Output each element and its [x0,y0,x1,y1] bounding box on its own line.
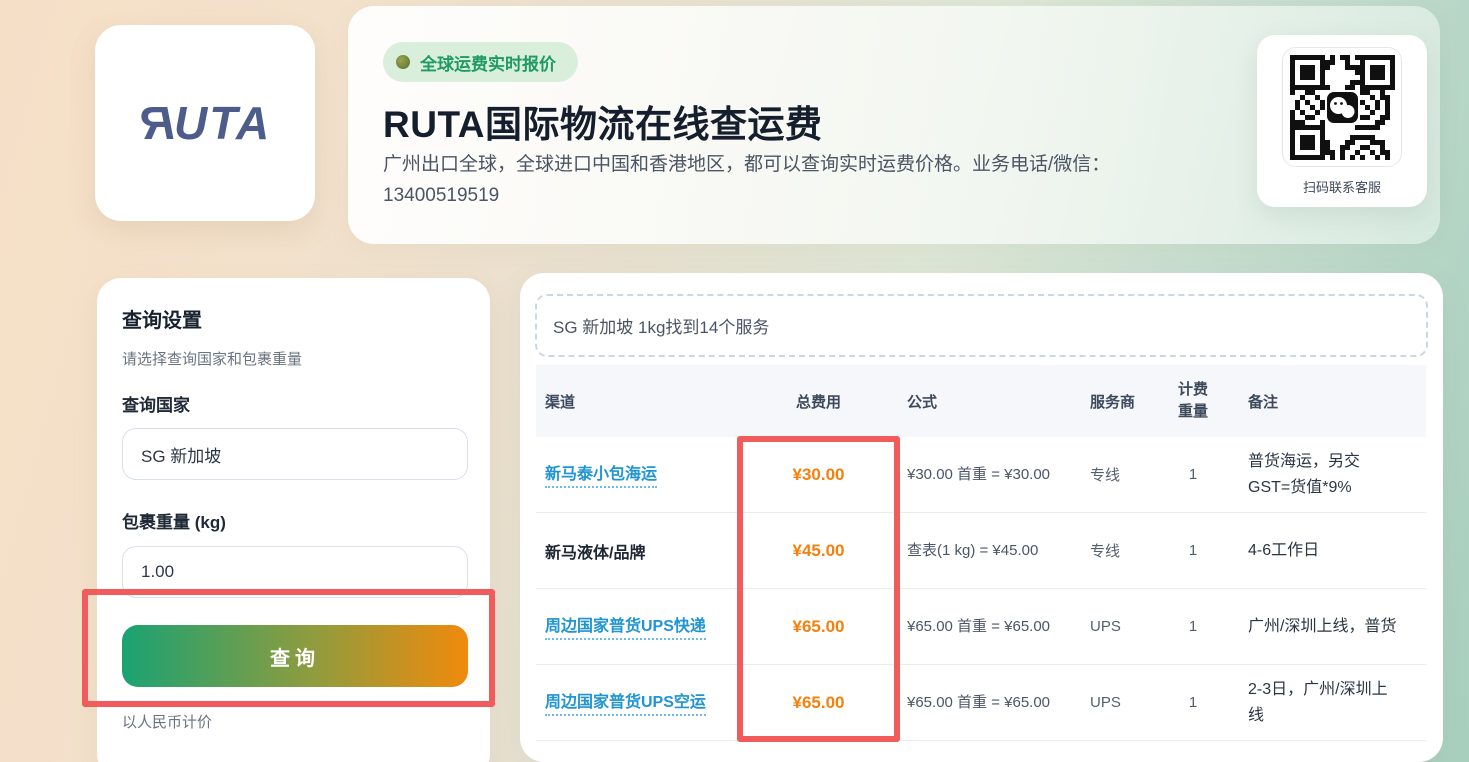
provider-cell: 专线 [1085,540,1161,561]
panel-subtitle: 请选择查询国家和包裹重量 [122,348,302,369]
page: 全球运费实时报价 RUTA国际物流在线查运费 广州出口全球，全球进口中国和香港地… [0,0,1469,762]
table-row: 新马液体/品牌 ¥45.00 查表(1 kg) = ¥45.00 专线 1 4-… [536,513,1426,589]
provider-cell: UPS [1085,618,1161,635]
col-header-total: 总费用 [737,391,900,412]
weight-cell: 1 [1161,466,1225,483]
logo-letter-r: R [139,96,174,150]
provider-cell: UPS [1085,694,1161,711]
total-cost: ¥30.00 [737,465,900,485]
query-settings-panel: 查询设置 请选择查询国家和包裹重量 查询国家 SG 新加坡 包裹重量 (kg) … [97,278,490,762]
remark-cell: 2-3日，广州/深圳上线 [1225,677,1426,729]
channel-text: 新马液体/品牌 [545,545,645,562]
table-header-row: 渠道 总费用 公式 服务商 计费重量 备注 [536,365,1426,437]
total-cost: ¥65.00 [737,617,900,637]
weight-input[interactable] [122,546,468,598]
panel-title: 查询设置 [122,304,202,333]
realtime-quote-badge: 全球运费实时报价 [383,42,578,82]
table-row: 新马泰小包海运 ¥30.00 ¥30.00 首重 = ¥30.00 专线 1 普… [536,437,1426,513]
remark-cell: 普货海运，另交GST=货值*9% [1225,449,1426,501]
country-select[interactable]: SG 新加坡 [122,428,468,480]
formula-cell: ¥30.00 首重 = ¥30.00 [900,463,1085,487]
total-cost: ¥65.00 [737,693,900,713]
formula-cell: ¥65.00 首重 = ¥65.00 [900,615,1085,639]
col-header-weight: 计费重量 [1161,379,1225,423]
formula-cell: ¥65.00 首重 = ¥65.00 [900,691,1085,715]
qr-caption: 扫码联系客服 [1257,177,1427,196]
results-table: 渠道 总费用 公式 服务商 计费重量 备注 新马泰小包海运 ¥30.00 ¥30… [536,365,1426,741]
weight-cell: 1 [1161,618,1225,635]
country-label: 查询国家 [122,391,190,416]
currency-note: 以人民币计价 [122,711,212,732]
remark-cell: 4-6工作日 [1225,538,1426,564]
col-header-provider: 服务商 [1085,391,1161,412]
logo-card: RUTA [95,25,315,221]
channel-link[interactable]: 周边国家普货UPS空运 [545,694,706,716]
provider-cell: 专线 [1085,464,1161,485]
query-button[interactable]: 查询 [122,625,468,687]
table-row: 周边国家普货UPS空运 ¥65.00 ¥65.00 首重 = ¥65.00 UP… [536,665,1426,741]
total-cost: ¥45.00 [737,541,900,561]
qr-card: 扫码联系客服 [1257,35,1427,207]
status-dot-icon [396,55,410,69]
results-summary: SG 新加坡 1kg找到14个服务 [535,294,1428,357]
remark-cell: 广州/深圳上线，普货 [1225,614,1426,640]
col-header-remark: 备注 [1225,391,1426,412]
formula-cell: 查表(1 kg) = ¥45.00 [900,539,1085,563]
badge-label: 全球运费实时报价 [420,50,556,75]
channel-link[interactable]: 周边国家普货UPS快递 [545,618,706,640]
weight-cell: 1 [1161,542,1225,559]
channel-link[interactable]: 新马泰小包海运 [545,466,657,488]
col-header-channel: 渠道 [536,391,737,412]
col-header-formula: 公式 [900,391,1085,412]
ruta-logo: RUTA [139,96,271,150]
page-title: RUTA国际物流在线查运费 [383,94,823,148]
logo-letters-uta: UTA [174,97,271,149]
page-description: 广州出口全球，全球进口中国和香港地区，都可以查询实时运费价格。业务电话/微信：1… [383,149,1173,211]
weight-cell: 1 [1161,694,1225,711]
weight-label: 包裹重量 (kg) [122,508,226,533]
qr-code-image [1290,55,1395,160]
qr-frame [1282,47,1402,167]
table-row: 周边国家普货UPS快递 ¥65.00 ¥65.00 首重 = ¥65.00 UP… [536,589,1426,665]
results-panel: SG 新加坡 1kg找到14个服务 渠道 总费用 公式 服务商 计费重量 备注 … [520,273,1443,762]
